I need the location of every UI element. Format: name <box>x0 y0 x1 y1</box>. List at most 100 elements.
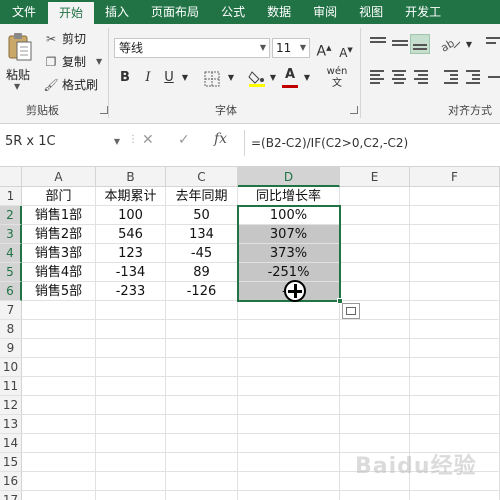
cut-button[interactable]: ✂ 剪切 <box>44 30 86 47</box>
tab-data[interactable]: 数据 <box>256 0 302 24</box>
cell-b3[interactable]: 546 <box>96 225 166 244</box>
align-right-icon[interactable] <box>412 70 432 84</box>
cell-a2[interactable]: 销售1部 <box>22 206 96 225</box>
row-header-6[interactable]: 6 <box>0 282 22 301</box>
cell-d16[interactable] <box>238 472 340 491</box>
cell-c5[interactable]: 89 <box>166 263 238 282</box>
row-header-13[interactable]: 13 <box>0 415 22 434</box>
orientation-icon[interactable]: ab <box>440 36 464 52</box>
cell-a4[interactable]: 销售3部 <box>22 244 96 263</box>
cell-b11[interactable] <box>96 377 166 396</box>
chevron-down-icon[interactable]: ▼ <box>114 130 120 154</box>
cell-a11[interactable] <box>22 377 96 396</box>
cell-c17[interactable] <box>166 491 238 500</box>
cell-c10[interactable] <box>166 358 238 377</box>
row-header-10[interactable]: 10 <box>0 358 22 377</box>
border-icon[interactable] <box>204 71 220 87</box>
cell-b7[interactable] <box>96 301 166 320</box>
cell-c4[interactable]: -45 <box>166 244 238 263</box>
cell-f2[interactable] <box>410 206 500 225</box>
cell-b4[interactable]: 123 <box>96 244 166 263</box>
tab-home[interactable]: 开始 <box>48 2 95 24</box>
cell-a3[interactable]: 销售2部 <box>22 225 96 244</box>
row-header-8[interactable]: 8 <box>0 320 22 339</box>
cell-e10[interactable] <box>340 358 410 377</box>
row-header-16[interactable]: 16 <box>0 472 22 491</box>
cell-b1[interactable]: 本期累计 <box>96 187 166 206</box>
cell-c2[interactable]: 50 <box>166 206 238 225</box>
row-header-12[interactable]: 12 <box>0 396 22 415</box>
cell-d14[interactable] <box>238 434 340 453</box>
font-size-select[interactable]: 11 ▼ <box>272 38 310 58</box>
cell-c14[interactable] <box>166 434 238 453</box>
cell-a17[interactable] <box>22 491 96 500</box>
cell-d10[interactable] <box>238 358 340 377</box>
cell-c8[interactable] <box>166 320 238 339</box>
cell-a16[interactable] <box>22 472 96 491</box>
chevron-down-icon[interactable]: ▼ <box>268 69 278 87</box>
cell-c11[interactable] <box>166 377 238 396</box>
cell-a14[interactable] <box>22 434 96 453</box>
quick-analysis-icon[interactable] <box>342 303 360 319</box>
column-header-d[interactable]: D <box>238 167 340 187</box>
cell-d8[interactable] <box>238 320 340 339</box>
cell-c3[interactable]: 134 <box>166 225 238 244</box>
row-header-4[interactable]: 4 <box>0 244 22 263</box>
cell-b8[interactable] <box>96 320 166 339</box>
cell-f9[interactable] <box>410 339 500 358</box>
cell-e3[interactable] <box>340 225 410 244</box>
chevron-down-icon[interactable]: ▼ <box>14 82 20 91</box>
decrease-font-icon[interactable]: A▼ <box>338 41 354 60</box>
underline-button[interactable]: U <box>161 69 177 87</box>
cell-b10[interactable] <box>96 358 166 377</box>
cell-e5[interactable] <box>340 263 410 282</box>
column-header-e[interactable]: E <box>340 167 410 187</box>
tab-view[interactable]: 视图 <box>348 0 394 24</box>
cell-b12[interactable] <box>96 396 166 415</box>
italic-button[interactable]: I <box>140 69 156 87</box>
cell-a15[interactable] <box>22 453 96 472</box>
cell-d4[interactable]: 373% <box>238 244 340 263</box>
cell-b6[interactable]: -233 <box>96 282 166 301</box>
formula-input[interactable]: =(B2-C2)/IF(C2>0,C2,-C2) <box>244 130 500 156</box>
cell-f17[interactable] <box>410 491 500 500</box>
cell-d9[interactable] <box>238 339 340 358</box>
cell-d12[interactable] <box>238 396 340 415</box>
merge-cells-icon[interactable] <box>486 70 500 84</box>
cell-b15[interactable] <box>96 453 166 472</box>
row-header-3[interactable]: 3 <box>0 225 22 244</box>
row-header-9[interactable]: 9 <box>0 339 22 358</box>
cell-b14[interactable] <box>96 434 166 453</box>
increase-indent-icon[interactable] <box>464 70 484 84</box>
cell-f1[interactable] <box>410 187 500 206</box>
cell-f11[interactable] <box>410 377 500 396</box>
cell-f5[interactable] <box>410 263 500 282</box>
cell-e1[interactable] <box>340 187 410 206</box>
tab-page-layout[interactable]: 页面布局 <box>140 0 210 24</box>
cell-e6[interactable] <box>340 282 410 301</box>
cancel-icon[interactable]: ✕ <box>142 132 154 148</box>
copy-button[interactable]: ❐ 复制 ▼ <box>44 53 103 70</box>
cell-d7[interactable] <box>238 301 340 320</box>
cell-c1[interactable]: 去年同期 <box>166 187 238 206</box>
cell-a1[interactable]: 部门 <box>22 187 96 206</box>
cell-e12[interactable] <box>340 396 410 415</box>
cell-a9[interactable] <box>22 339 96 358</box>
chevron-down-icon[interactable]: ▼ <box>180 69 190 87</box>
cell-c13[interactable] <box>166 415 238 434</box>
confirm-icon[interactable]: ✓ <box>178 132 190 148</box>
tab-review[interactable]: 审阅 <box>302 0 348 24</box>
row-header-15[interactable]: 15 <box>0 453 22 472</box>
cell-e2[interactable] <box>340 206 410 225</box>
cell-e9[interactable] <box>340 339 410 358</box>
row-header-17[interactable]: 17 <box>0 491 22 500</box>
cell-f12[interactable] <box>410 396 500 415</box>
cell-a5[interactable]: 销售4部 <box>22 263 96 282</box>
align-left-icon[interactable] <box>368 70 388 84</box>
cell-c9[interactable] <box>166 339 238 358</box>
font-launcher-icon[interactable] <box>350 106 358 114</box>
chevron-down-icon[interactable]: ▼ <box>302 69 312 87</box>
cell-f7[interactable] <box>410 301 500 320</box>
cell-e4[interactable] <box>340 244 410 263</box>
row-header-7[interactable]: 7 <box>0 301 22 320</box>
